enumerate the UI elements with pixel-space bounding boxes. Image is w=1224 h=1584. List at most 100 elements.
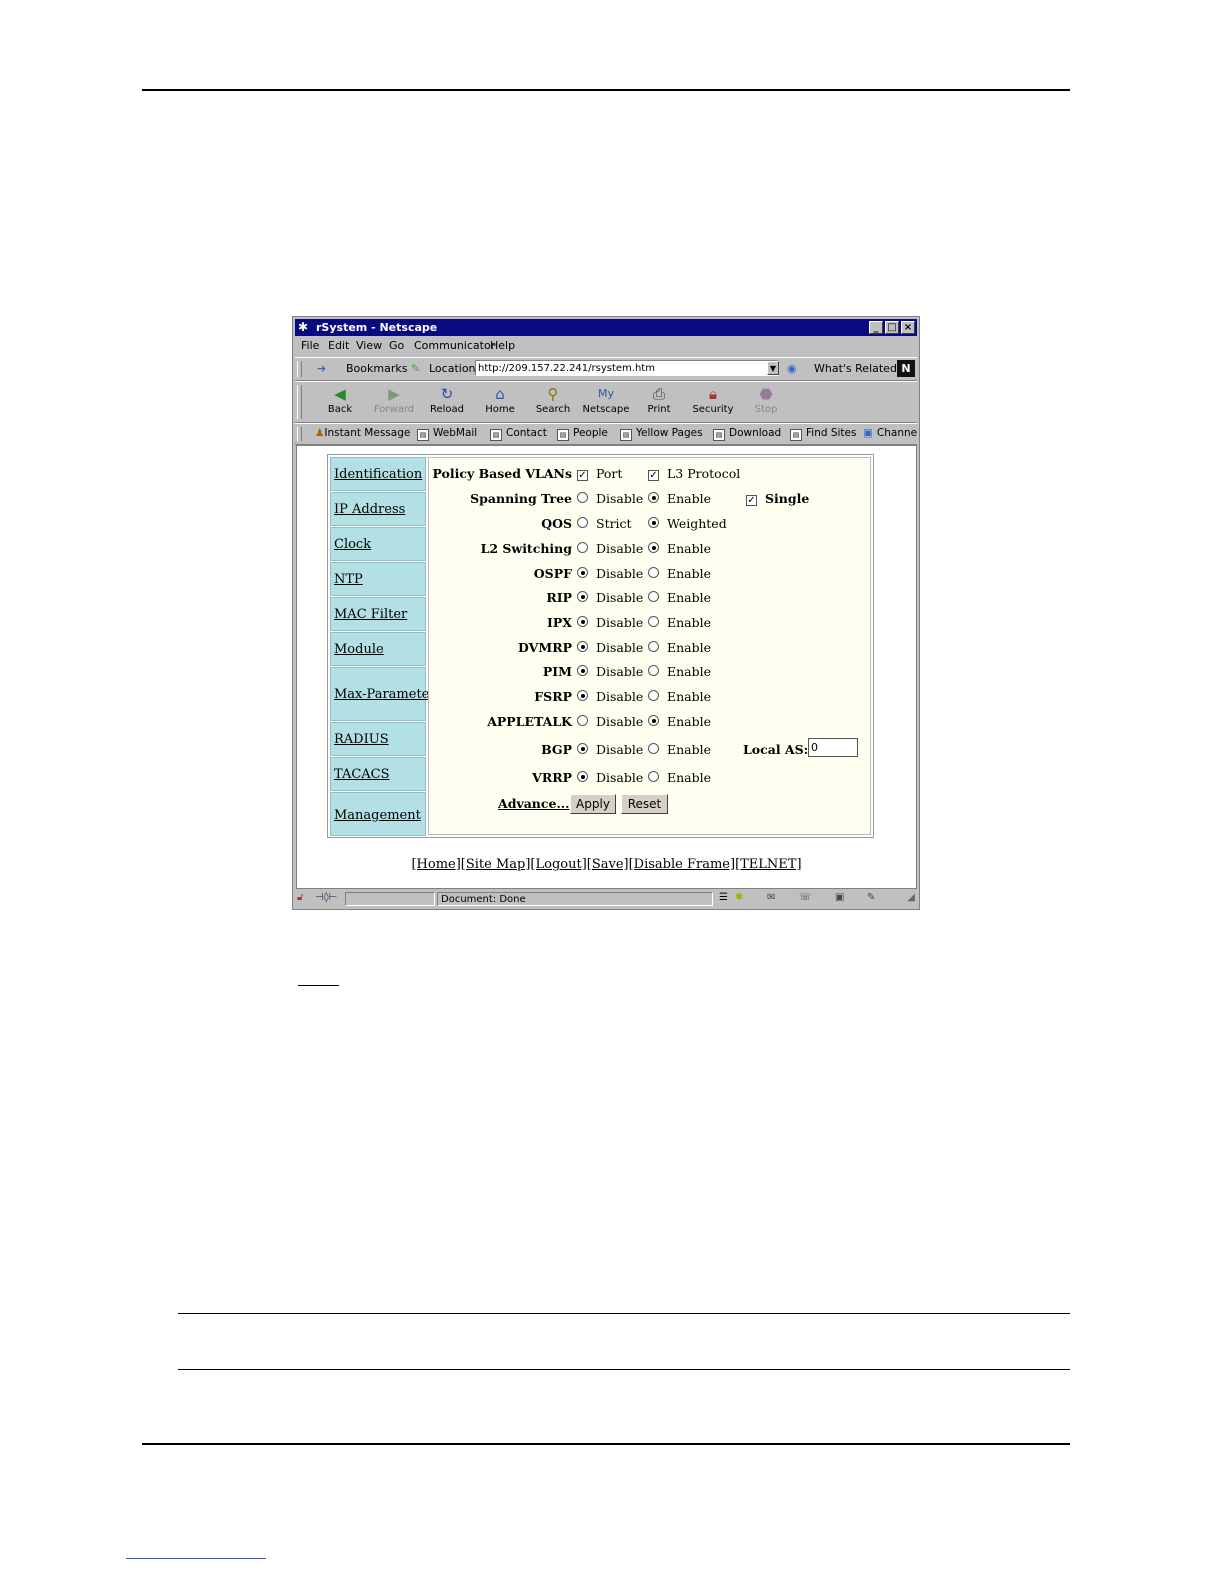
sidebar-link-max-parameter[interactable]: Max-Parameter — [334, 687, 436, 702]
l3-protocol-checkbox[interactable]: ✓ — [648, 470, 659, 481]
appletalk-radio-2[interactable] — [648, 715, 659, 726]
channels-button[interactable]: ▣ Channe — [863, 427, 917, 439]
qos-option-1[interactable]: Strict — [577, 516, 632, 531]
l2-switching-radio-1[interactable] — [577, 542, 588, 553]
navigator-icon[interactable]: ✱ — [735, 892, 743, 903]
spanning-tree-radio-2[interactable] — [648, 492, 659, 503]
pim-radio-1[interactable] — [577, 665, 588, 676]
reload-button[interactable]: ↻ Reload — [422, 384, 472, 415]
sidebar-link-mac-filter[interactable]: MAC Filter — [334, 607, 407, 622]
pim-radio-2[interactable] — [648, 665, 659, 676]
menu-view[interactable]: View — [356, 337, 382, 355]
sidebar-link-radius[interactable]: RADIUS — [334, 732, 389, 747]
bgp-radio-2[interactable] — [648, 743, 659, 754]
find-sites-button[interactable]: ▤ Find Sites — [790, 427, 856, 441]
apply-button[interactable]: Apply — [570, 794, 616, 814]
footer-links[interactable]: [Home][Site Map][Logout][Save][Disable F… — [297, 857, 916, 872]
minimize-button[interactable]: _ — [869, 321, 883, 334]
resize-grip-icon[interactable]: ◢ — [907, 892, 915, 903]
spanning-tree-option-1[interactable]: Disable — [577, 491, 643, 506]
fsrp-radio-1[interactable] — [577, 690, 588, 701]
sidebar-item-clock[interactable]: Clock — [330, 527, 426, 561]
appletalk-option-1[interactable]: Disable — [577, 714, 643, 729]
vrrp-radio-1[interactable] — [577, 771, 588, 782]
ospf-radio-1[interactable] — [577, 567, 588, 578]
l2-switching-option-1[interactable]: Disable — [577, 541, 643, 556]
url-dropdown-icon[interactable]: ▼ — [767, 361, 779, 375]
edit-icon[interactable]: ✎ — [867, 892, 875, 903]
close-button[interactable]: × — [901, 321, 915, 334]
bookmarks-button[interactable]: Bookmarks — [346, 362, 407, 375]
sidebar-link-clock[interactable]: Clock — [334, 537, 371, 552]
discussions-icon[interactable]: ☏ — [799, 892, 812, 903]
webmail-button[interactable]: ▤ WebMail — [417, 427, 477, 441]
advance-link[interactable]: Advance... — [498, 796, 570, 811]
netscape-logo[interactable]: N — [897, 360, 915, 377]
stop-button[interactable]: ⬣ Stop — [741, 384, 791, 415]
sidebar-link-module[interactable]: Module — [334, 642, 384, 657]
appletalk-radio-1[interactable] — [577, 715, 588, 726]
rip-option-1[interactable]: Disable — [577, 590, 643, 605]
dvmrp-option-2[interactable]: Enable — [648, 640, 711, 655]
ipx-option-1[interactable]: Disable — [577, 615, 643, 630]
sidebar-item-tacacs[interactable]: TACACS — [330, 757, 426, 791]
search-button[interactable]: ⚲ Search — [528, 384, 578, 415]
sidebar-item-max-parameter[interactable]: Max-Parameter — [330, 667, 436, 721]
spanning-tree-option-2[interactable]: Enable — [648, 491, 711, 506]
ipx-radio-1[interactable] — [577, 616, 588, 627]
sidebar-item-radius[interactable]: RADIUS — [330, 722, 426, 756]
toolbar-grip[interactable] — [297, 361, 302, 377]
fsrp-option-1[interactable]: Disable — [577, 689, 643, 704]
footer-links-text[interactable]: [Home][Site Map][Logout][Save][Disable F… — [411, 857, 801, 872]
people-button[interactable]: ▤ People — [557, 427, 608, 441]
sidebar-item-management[interactable]: Management — [330, 792, 426, 836]
vrrp-option-1[interactable]: Disable — [577, 770, 643, 785]
my-netscape-button[interactable]: My Netscape — [581, 384, 631, 415]
l2-switching-option-2[interactable]: Enable — [648, 541, 711, 556]
single-checkbox[interactable]: ✓ — [746, 495, 757, 506]
port-checkbox[interactable]: ✓ — [577, 470, 588, 481]
rip-option-2[interactable]: Enable — [648, 590, 711, 605]
l3-protocol-checkbox-option[interactable]: ✓ L3 Protocol — [648, 466, 740, 481]
sidebar-link-ip-address[interactable]: IP Address — [334, 502, 405, 517]
download-button[interactable]: ▤ Download — [713, 427, 781, 441]
ipx-radio-2[interactable] — [648, 616, 659, 627]
sidebar-link-identification[interactable]: Identification — [334, 467, 422, 482]
menu-help[interactable]: Help — [490, 337, 515, 355]
ospf-option-1[interactable]: Disable — [577, 566, 643, 581]
qos-option-2[interactable]: Weighted — [648, 516, 727, 531]
dvmrp-radio-2[interactable] — [648, 641, 659, 652]
spanning-tree-radio-1[interactable] — [577, 492, 588, 503]
reset-button[interactable]: Reset — [621, 794, 668, 814]
security-lock-icon[interactable]: 🔓︎ — [297, 892, 303, 903]
l2-switching-radio-2[interactable] — [648, 542, 659, 553]
dvmrp-radio-1[interactable] — [577, 641, 588, 652]
yellow-pages-button[interactable]: ▤ Yellow Pages — [620, 427, 703, 441]
rip-radio-2[interactable] — [648, 591, 659, 602]
vrrp-radio-2[interactable] — [648, 771, 659, 782]
menu-edit[interactable]: Edit — [328, 337, 349, 355]
bgp-radio-1[interactable] — [577, 743, 588, 754]
sidebar-link-ntp[interactable]: NTP — [334, 572, 363, 587]
composer-icon[interactable]: ▣ — [835, 892, 844, 903]
sidebar-item-module[interactable]: Module — [330, 632, 426, 666]
print-button[interactable]: ⎙ Print — [634, 384, 684, 415]
sidebar-item-ntp[interactable]: NTP — [330, 562, 426, 596]
menu-communicator[interactable]: Communicator — [414, 337, 495, 355]
single-checkbox-option[interactable]: ✓ Single — [746, 491, 809, 506]
ospf-option-2[interactable]: Enable — [648, 566, 711, 581]
sidebar-link-management[interactable]: Management — [334, 808, 421, 823]
maximize-button[interactable]: □ — [885, 321, 899, 334]
forward-button[interactable]: ▶ Forward — [369, 384, 419, 415]
dvmrp-option-1[interactable]: Disable — [577, 640, 643, 655]
sidebar-link-tacacs[interactable]: TACACS — [334, 767, 390, 782]
security-button[interactable]: 🔒︎ Security — [688, 384, 738, 415]
appletalk-option-2[interactable]: Enable — [648, 714, 711, 729]
contact-button[interactable]: ▤ Contact — [490, 427, 547, 441]
fsrp-radio-2[interactable] — [648, 690, 659, 701]
url-input[interactable]: http://209.157.22.241/rsystem.htm — [475, 360, 779, 376]
port-checkbox-option[interactable]: ✓ Port — [577, 466, 622, 481]
back-button[interactable]: ◀ Back — [315, 384, 365, 415]
bgp-option-2[interactable]: Enable — [648, 742, 711, 757]
toolbar-grip[interactable] — [297, 385, 302, 419]
